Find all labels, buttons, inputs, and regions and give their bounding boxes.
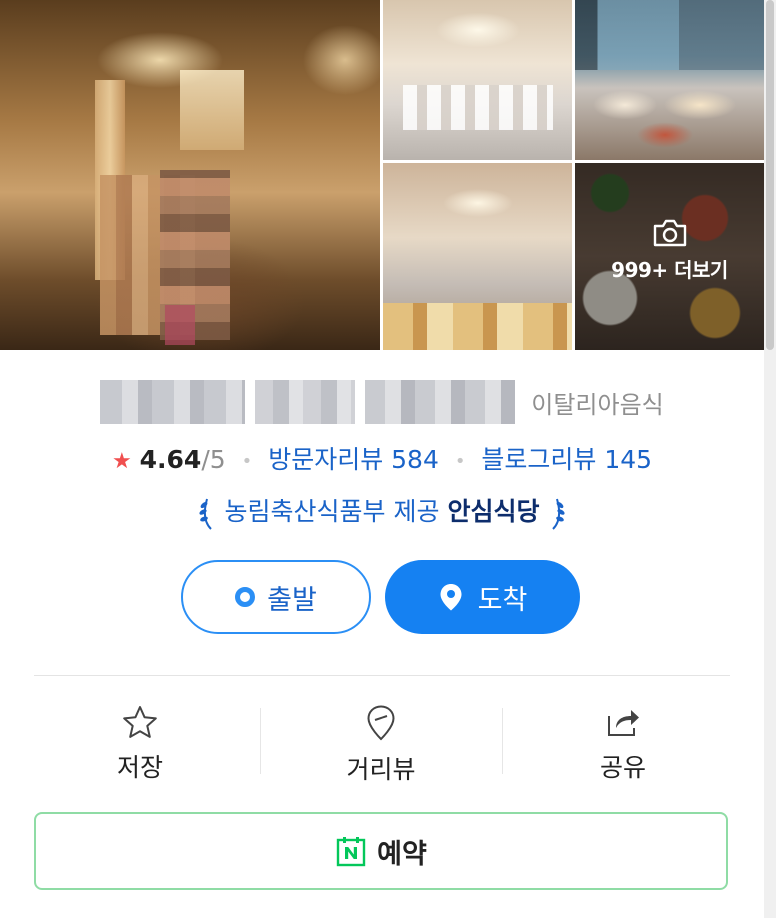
safe-restaurant-badge: 농림축산식품부 제공 안심식당 [0,492,764,531]
share-label: 공유 [599,753,646,782]
photo-grid: 999+ 더보기 [0,0,776,350]
visitor-reviews-link[interactable]: 방문자리뷰 584 [268,445,439,474]
street-view-button[interactable]: 거리뷰 [261,690,501,790]
arrive-label: 도착 [477,584,528,616]
save-button[interactable]: 저장 [20,690,260,790]
place-name-blurred [100,380,246,424]
depart-button[interactable]: 출발 [181,560,371,634]
laurel-left-icon [198,498,212,530]
separator-dot: • [454,450,466,472]
separator-dot: • [241,450,253,472]
place-category: 이탈리아음식 [531,390,664,419]
reservation-label: 예약 [377,838,427,870]
section-divider [34,675,730,676]
photo-main[interactable] [0,0,380,350]
place-name-blurred [365,380,516,424]
share-button[interactable]: 공유 [503,690,743,790]
street-view-label: 거리뷰 [346,755,416,784]
badge-title: 안심식당 [447,497,540,526]
share-icon [608,710,639,736]
photo-thumbnail[interactable] [575,0,764,160]
arrive-button[interactable]: 도착 [385,560,580,634]
reservation-button[interactable]: 예약 [34,812,728,890]
map-pin-outline-icon [367,705,395,741]
badge-provider: 농림축산식품부 제공 [224,497,440,526]
rating-value: 4.64 [139,445,202,474]
laurel-right-icon [552,498,566,530]
save-label: 저장 [116,753,163,782]
more-photos: 999+ 더보기 [575,218,764,283]
direction-buttons: 출발 도착 [0,560,764,634]
blog-reviews-link[interactable]: 블로그리뷰 145 [481,445,652,474]
camera-icon [653,219,686,247]
naver-booking-icon [336,837,366,867]
origin-dot-icon [235,587,256,607]
rating-max: /5 [201,445,226,474]
review-stats: ★ 4.64/5 • 방문자리뷰 584 • 블로그리뷰 145 [0,440,764,476]
photo-thumbnail[interactable] [383,163,572,350]
more-photos-label: 999+ 더보기 [611,258,728,282]
photo-thumbnail[interactable] [383,0,572,160]
location-pin-icon [440,584,462,611]
star-outline-icon [123,706,157,738]
scrollbar-thumb[interactable] [766,0,774,350]
action-bar: 저장 거리뷰 공유 [0,690,764,790]
star-icon: ★ [111,449,132,474]
depart-label: 출발 [267,584,317,616]
photo-more-button[interactable]: 999+ 더보기 [575,163,764,350]
place-title-row: 이탈리아음식 [0,380,764,428]
blurred-person [165,305,195,345]
scrollbar[interactable] [764,0,776,918]
place-name-blurred [255,380,356,424]
